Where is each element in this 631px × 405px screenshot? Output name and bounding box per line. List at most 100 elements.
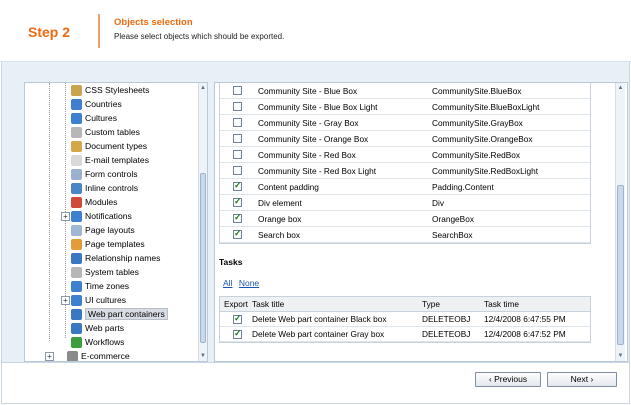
tree-item-label: System tables: [85, 267, 139, 277]
tree-expand-toggle[interactable]: +: [61, 212, 70, 221]
tree-item-label: Document types: [85, 141, 148, 151]
select-all-link[interactable]: All: [223, 278, 232, 288]
tree-item[interactable]: Form controls: [71, 167, 138, 181]
object-checkbox[interactable]: [233, 166, 242, 175]
next-button[interactable]: Next ›: [547, 372, 617, 387]
tree-expand-toggle[interactable]: +: [45, 352, 54, 361]
tree-scrollbar[interactable]: ▲ ▼: [198, 83, 207, 361]
object-code-name: CommunitySite.OrangeBox: [432, 133, 533, 144]
objects-scroll-thumb[interactable]: [617, 185, 624, 345]
tree-item[interactable]: Web part containers: [71, 307, 168, 321]
task-row: Delete Web part container Black box DELET…: [220, 312, 590, 327]
web-part-containers-icon: [71, 308, 82, 320]
object-name: Community Site - Orange Box: [258, 133, 369, 144]
tree-scroll-thumb[interactable]: [200, 173, 206, 343]
task-time: 12/4/2008 6:47:52 PM: [484, 329, 566, 339]
task-export-checkbox[interactable]: [233, 328, 242, 339]
tree-item[interactable]: Inline controls: [71, 181, 138, 195]
object-code-name: CommunitySite.BlueBoxLight: [432, 101, 540, 112]
select-none-link[interactable]: None: [239, 278, 259, 288]
css-icon: [71, 84, 82, 96]
next-button-label: Next: [570, 374, 589, 384]
object-checkbox[interactable]: [233, 196, 242, 207]
tree-item[interactable]: Custom tables: [71, 125, 140, 139]
relationship-icon: [71, 252, 82, 264]
object-code-name: SearchBox: [432, 229, 473, 240]
object-checkbox[interactable]: [233, 118, 242, 127]
objects-table: Community Site - Blue Box CommunitySite.B…: [219, 83, 591, 244]
tree-item[interactable]: Document types: [71, 139, 147, 153]
object-checkbox[interactable]: [233, 180, 242, 191]
object-code-name: CommunitySite.RedBox: [432, 149, 521, 160]
task-type: DELETEOBJ: [422, 314, 471, 324]
clock-icon: [71, 280, 82, 292]
tree-item[interactable]: Workflows: [71, 335, 124, 349]
object-row: Community Site - Orange Box CommunitySite…: [220, 131, 590, 147]
tree-item[interactable]: Page templates: [71, 237, 145, 251]
object-type-tree: CSS Stylesheets Countries Cultures Custom t…: [24, 82, 208, 362]
task-time: 12/4/2008 6:47:55 PM: [484, 314, 566, 324]
tree-item-label: Form controls: [85, 169, 138, 179]
tree-item[interactable]: CSS Stylesheets: [71, 83, 149, 97]
tree-item[interactable]: Page layouts: [71, 223, 135, 237]
previous-button[interactable]: ‹ Previous: [475, 372, 541, 387]
object-row: Div element Div: [220, 195, 590, 211]
globe-icon: [71, 112, 82, 124]
tree-item[interactable]: Relationship names: [71, 251, 160, 265]
tree-item-label: Page layouts: [85, 225, 135, 235]
tasks-selection-links: All None: [223, 278, 263, 288]
tree-item[interactable]: E-mail templates: [71, 153, 149, 167]
object-name: Search box: [258, 229, 300, 240]
object-row: Orange box OrangeBox: [220, 211, 590, 227]
tree-item-label: Relationship names: [85, 253, 161, 263]
tree-item-label: Web parts: [85, 323, 125, 333]
scroll-up-icon[interactable]: ▲: [199, 83, 207, 93]
task-export-checkbox[interactable]: [233, 313, 242, 324]
header-divider: [98, 14, 100, 48]
tree-item[interactable]: Time zones: [71, 279, 129, 293]
tree-item[interactable]: Notifications: [71, 209, 132, 223]
tree-item[interactable]: E-commerce: [67, 349, 130, 361]
tree-item[interactable]: Web parts: [71, 321, 124, 335]
page-title: Objects selection: [114, 17, 193, 28]
previous-button-label: Previous: [494, 374, 528, 384]
object-checkbox[interactable]: [233, 228, 242, 239]
object-row: Community Site - Red Box Light CommunityS…: [220, 163, 590, 179]
tree-item[interactable]: Modules: [71, 195, 117, 209]
tree-item-label: E-commerce: [81, 351, 130, 361]
scroll-down-icon[interactable]: ▼: [199, 351, 207, 361]
object-name: Community Site - Red Box: [258, 149, 356, 160]
tree-item[interactable]: Cultures: [71, 111, 117, 125]
inline-controls-icon: [71, 182, 82, 194]
tree-item-label: E-mail templates: [85, 155, 149, 165]
object-code-name: Padding.Content: [432, 181, 494, 192]
object-code-name: CommunitySite.GrayBox: [432, 117, 523, 128]
object-name: Orange box: [258, 213, 302, 224]
object-checkbox[interactable]: [233, 150, 242, 159]
object-code-name: CommunitySite.RedBoxLight: [432, 165, 539, 176]
object-checkbox[interactable]: [233, 86, 242, 95]
tasks-heading: Tasks: [219, 257, 243, 267]
table-icon: [71, 126, 82, 138]
column-task-time: Task time: [484, 299, 520, 309]
globe-icon: [71, 98, 82, 110]
tree-expand-toggle[interactable]: +: [61, 296, 70, 305]
tree-item-label: Time zones: [85, 281, 130, 291]
tree-item-label: Workflows: [85, 337, 125, 347]
objects-scrollbar[interactable]: ▲ ▼: [615, 83, 625, 361]
object-checkbox[interactable]: [233, 102, 242, 111]
object-row: Community Site - Red Box CommunitySite.Re…: [220, 147, 590, 163]
tree-item[interactable]: UI cultures: [71, 293, 126, 307]
wizard-footer: ‹ Previous Next ›: [1, 362, 630, 404]
object-name: Content padding: [258, 181, 319, 192]
scroll-down-icon[interactable]: ▼: [616, 351, 625, 361]
object-name: Community Site - Blue Box: [258, 85, 358, 96]
object-checkbox[interactable]: [233, 212, 242, 223]
scroll-up-icon[interactable]: ▲: [616, 83, 625, 93]
main-area: CSS Stylesheets Countries Cultures Custom t…: [1, 62, 630, 362]
object-checkbox[interactable]: [233, 134, 242, 143]
tree-item[interactable]: System tables: [71, 265, 139, 279]
object-row: Search box SearchBox: [220, 227, 590, 243]
tree-item[interactable]: Countries: [71, 97, 122, 111]
object-row: Community Site - Blue Box CommunitySite.B…: [220, 83, 590, 99]
